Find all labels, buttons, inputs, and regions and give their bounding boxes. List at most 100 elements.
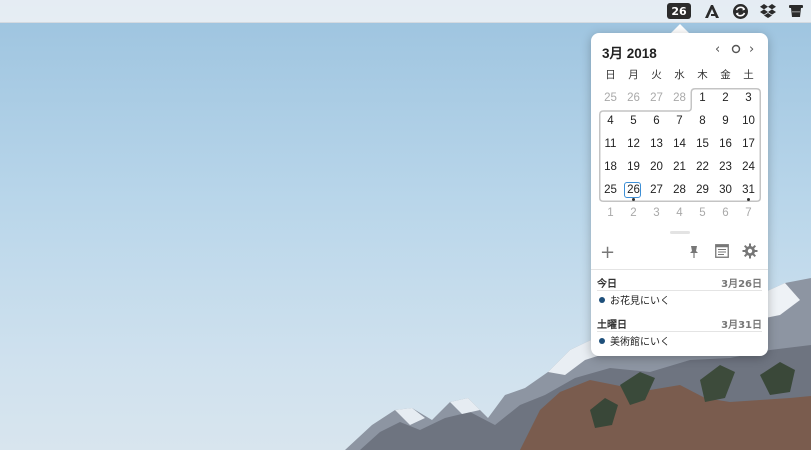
day-cell-today[interactable]: 26 <box>622 179 645 202</box>
day-number: 12 <box>627 138 640 150</box>
next-month-icon[interactable]: › <box>749 42 754 57</box>
event-section-header: 今日 3月26日 <box>597 275 762 290</box>
day-cell[interactable]: 28 <box>668 87 691 110</box>
day-number: 7 <box>745 207 752 219</box>
prev-month-icon[interactable]: ‹ <box>715 42 720 57</box>
sync-icon[interactable] <box>730 2 750 20</box>
event-item[interactable]: 美術館にいく <box>599 333 670 348</box>
day-cell[interactable]: 4 <box>599 110 622 133</box>
weekday-label: 土 <box>743 69 754 81</box>
day-cell[interactable]: 6 <box>645 110 668 133</box>
weekday-label: 水 <box>674 69 685 81</box>
day-number: 1 <box>607 207 614 219</box>
day-number: 10 <box>742 115 755 127</box>
day-cell[interactable]: 8 <box>691 110 714 133</box>
hat-icon[interactable] <box>786 2 806 20</box>
day-cell[interactable]: 23 <box>714 156 737 179</box>
day-cell[interactable]: 14 <box>668 133 691 156</box>
day-number: 30 <box>719 184 732 196</box>
day-cell[interactable]: 28 <box>668 179 691 202</box>
popover-arrow <box>671 24 689 33</box>
day-number: 25 <box>604 184 617 196</box>
day-cell[interactable]: 3 <box>645 202 668 225</box>
day-number: 14 <box>673 138 686 150</box>
day-number: 28 <box>673 92 686 104</box>
day-cell[interactable]: 1 <box>691 87 714 110</box>
day-cell[interactable]: 22 <box>691 156 714 179</box>
today-circle-icon[interactable] <box>731 43 741 58</box>
app-a-icon[interactable] <box>702 2 722 20</box>
day-cell[interactable]: 30 <box>714 179 737 202</box>
day-cell[interactable]: 13 <box>645 133 668 156</box>
day-cell[interactable]: 17 <box>737 133 760 156</box>
event-indicator-dot <box>632 198 635 201</box>
day-cell[interactable]: 10 <box>737 110 760 133</box>
day-number: 5 <box>630 115 637 127</box>
event-header-divider <box>597 331 762 332</box>
day-cell[interactable]: 11 <box>599 133 622 156</box>
day-number: 26 <box>627 184 640 196</box>
day-cell[interactable]: 15 <box>691 133 714 156</box>
weekday-label: 火 <box>651 69 662 81</box>
day-cell[interactable]: 5 <box>691 202 714 225</box>
day-cell[interactable]: 25 <box>599 87 622 110</box>
event-date-label: 3月31日 <box>721 320 762 331</box>
weekday-label: 木 <box>697 69 708 81</box>
event-color-dot <box>599 337 605 344</box>
month-title: 3月 2018 <box>602 46 657 61</box>
day-cell[interactable]: 4 <box>668 202 691 225</box>
list-view-icon[interactable] <box>715 244 729 262</box>
day-cell[interactable]: 19 <box>622 156 645 179</box>
day-cell[interactable]: 18 <box>599 156 622 179</box>
day-cell[interactable]: 27 <box>645 87 668 110</box>
calendar-week-row: 11 12 13 14 15 16 17 <box>599 133 761 156</box>
day-cell[interactable]: 2 <box>714 87 737 110</box>
day-number: 17 <box>742 138 755 150</box>
day-cell[interactable]: 20 <box>645 156 668 179</box>
day-number: 20 <box>650 161 663 173</box>
day-cell[interactable]: 5 <box>622 110 645 133</box>
day-number: 23 <box>719 161 732 173</box>
resize-handle[interactable] <box>670 231 690 234</box>
day-cell[interactable]: 12 <box>622 133 645 156</box>
day-number: 11 <box>604 138 617 150</box>
event-header-divider <box>597 290 762 291</box>
day-cell[interactable]: 29 <box>691 179 714 202</box>
day-cell[interactable]: 27 <box>645 179 668 202</box>
day-number: 5 <box>699 207 706 219</box>
day-cell[interactable]: 2 <box>622 202 645 225</box>
calendar-date-badge[interactable]: 26 <box>667 3 691 19</box>
day-cell[interactable]: 16 <box>714 133 737 156</box>
day-number: 6 <box>653 115 660 127</box>
day-cell[interactable]: 24 <box>737 156 760 179</box>
day-cell[interactable]: 26 <box>622 87 645 110</box>
day-cell[interactable]: 1 <box>599 202 622 225</box>
event-section-header: 土曜日 3月31日 <box>597 316 762 331</box>
day-number: 28 <box>673 184 686 196</box>
add-event-icon[interactable]: + <box>600 242 615 263</box>
pin-icon[interactable] <box>689 245 699 263</box>
calendar-popover: 3月 2018 ‹ › 日月火水木金土 25 26 27 28 1 2 3 4 5 6 7 8 9 10 1… <box>591 33 768 356</box>
event-date-label: 3月26日 <box>721 279 762 290</box>
day-cell[interactable]: 21 <box>668 156 691 179</box>
event-item[interactable]: お花見にいく <box>599 292 670 307</box>
day-cell[interactable]: 7 <box>668 110 691 133</box>
dropbox-icon[interactable] <box>758 2 778 20</box>
day-cell[interactable]: 31 <box>737 179 760 202</box>
day-cell[interactable]: 6 <box>714 202 737 225</box>
day-cell[interactable]: 25 <box>599 179 622 202</box>
weekday-label: 日 <box>605 69 616 81</box>
event-indicator-dot <box>747 198 750 201</box>
day-number: 1 <box>699 92 706 104</box>
day-cell[interactable]: 7 <box>737 202 760 225</box>
day-number: 3 <box>745 92 752 104</box>
calendar-week-row: 25 26 27 28 1 2 3 <box>599 87 761 110</box>
day-number: 16 <box>719 138 732 150</box>
day-cell[interactable]: 3 <box>737 87 760 110</box>
day-number: 29 <box>696 184 709 196</box>
event-title: お花見にいく <box>610 296 670 307</box>
day-number: 21 <box>673 161 686 173</box>
gear-icon[interactable] <box>742 243 758 263</box>
day-cell[interactable]: 9 <box>714 110 737 133</box>
day-number: 8 <box>699 115 706 127</box>
